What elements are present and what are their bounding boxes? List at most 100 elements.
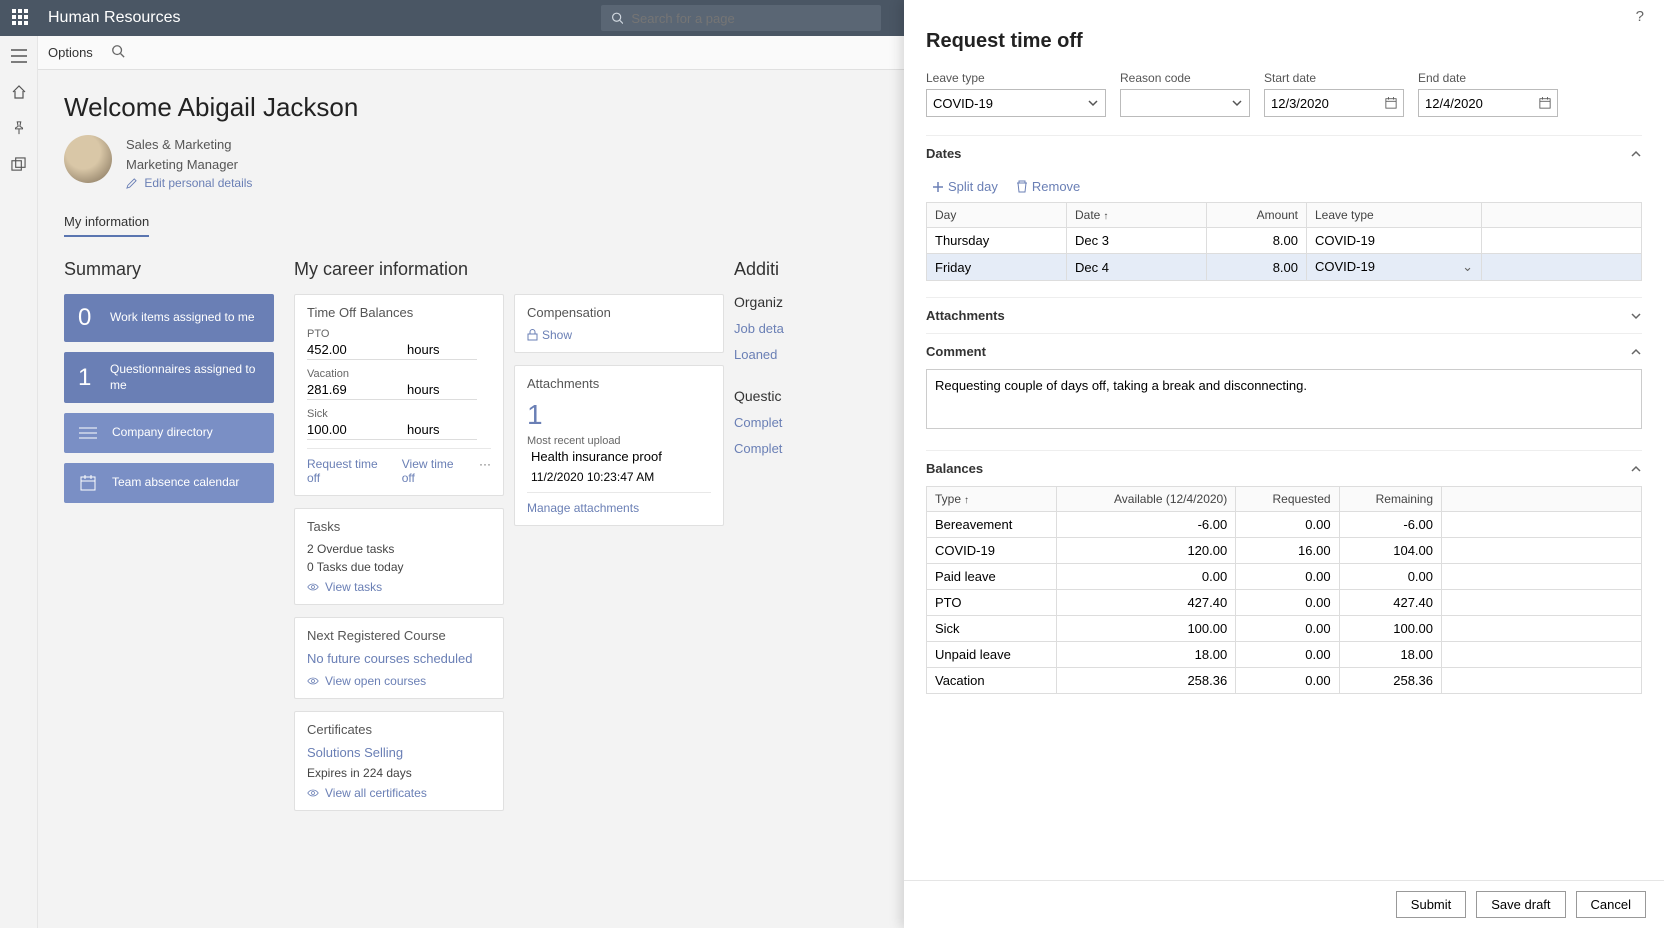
cell-available: 427.40 (1056, 590, 1235, 616)
cell-blank (1442, 538, 1642, 564)
pin-icon[interactable] (9, 118, 29, 138)
attach-filename: Health insurance proof (531, 449, 711, 464)
col-requested[interactable]: Requested (1236, 487, 1339, 512)
cert-name[interactable]: Solutions Selling (307, 745, 491, 760)
table-row[interactable]: ThursdayDec 38.00COVID-19 (927, 228, 1642, 254)
view-certs-link[interactable]: View all certificates (307, 786, 491, 800)
section-comment-header[interactable]: Comment (926, 333, 1642, 369)
panel-footer: Submit Save draft Cancel (904, 880, 1664, 928)
save-draft-button[interactable]: Save draft (1476, 891, 1565, 918)
card-attachments: Attachments 1 Most recent upload Health … (514, 365, 724, 526)
tile-questionnaires-label: Questionnaires assigned to me (110, 362, 260, 393)
cell-blank (1442, 668, 1642, 694)
view-courses-link[interactable]: View open courses (307, 674, 491, 688)
cell-day: Thursday (927, 228, 1067, 254)
chevron-down-icon (1087, 97, 1099, 109)
start-date-input[interactable]: 12/3/2020 (1264, 89, 1404, 117)
request-time-off-link[interactable]: Request time off (307, 457, 388, 485)
show-compensation-button[interactable]: Show (527, 328, 711, 342)
more-icon[interactable]: ··· (479, 457, 491, 485)
cell-leave-type[interactable]: COVID-19 (1307, 228, 1482, 254)
chevron-down-icon[interactable]: ⌄ (1462, 259, 1473, 275)
search-input[interactable] (631, 11, 870, 26)
remove-button[interactable]: Remove (1016, 179, 1080, 194)
table-row: Unpaid leave18.000.0018.00 (927, 642, 1642, 668)
view-time-off-link[interactable]: View time off (402, 457, 465, 485)
tile-questionnaires[interactable]: 1 Questionnaires assigned to me (64, 352, 274, 403)
manage-attachments-link[interactable]: Manage attachments (527, 501, 639, 515)
leave-type-dropdown[interactable]: COVID-19 (926, 89, 1106, 117)
show-comp-label: Show (542, 328, 572, 342)
attach-date: 11/2/2020 10:23:47 AM (531, 470, 711, 484)
card-cert-title: Certificates (307, 722, 491, 737)
profile-dept: Sales & Marketing (126, 135, 252, 155)
tasks-today: 0 Tasks due today (307, 560, 491, 574)
pencil-icon (126, 178, 137, 189)
cancel-button[interactable]: Cancel (1576, 891, 1646, 918)
cell-remaining: 427.40 (1339, 590, 1441, 616)
col-date[interactable]: Date↑ (1067, 203, 1207, 228)
comment-textarea[interactable] (926, 369, 1642, 429)
cell-type: PTO (927, 590, 1057, 616)
cell-blank (1482, 254, 1642, 281)
calendar-icon (1385, 97, 1397, 109)
col-type[interactable]: Type↑ (927, 487, 1057, 512)
chevron-up-icon (1630, 463, 1642, 475)
app-launcher-icon[interactable] (12, 9, 30, 27)
split-day-button[interactable]: Split day (932, 179, 998, 194)
edit-personal-details-link[interactable]: Edit personal details (126, 174, 252, 192)
cell-remaining: 104.00 (1339, 538, 1441, 564)
cell-requested: 0.00 (1236, 590, 1339, 616)
view-tasks-link[interactable]: View tasks (307, 580, 491, 594)
panel-title: Request time off (926, 30, 1642, 53)
card-time-off-balances: Time Off Balances PTO 452.00hours Vacati… (294, 294, 504, 496)
pto-value: 452.00 (307, 342, 377, 357)
help-icon[interactable]: ? (1636, 8, 1644, 25)
col-day[interactable]: Day (927, 203, 1067, 228)
card-course-title: Next Registered Course (307, 628, 491, 643)
leave-type-label: Leave type (926, 71, 1106, 85)
profile-role: Marketing Manager (126, 155, 252, 175)
cell-blank (1442, 642, 1642, 668)
tile-work-items[interactable]: 0 Work items assigned to me (64, 294, 274, 342)
summary-heading: Summary (64, 259, 294, 280)
chevron-down-icon (1630, 310, 1642, 322)
card-tasks: Tasks 2 Overdue tasks 0 Tasks due today … (294, 508, 504, 605)
tile-work-items-count: 0 (78, 304, 96, 332)
home-icon[interactable] (9, 82, 29, 102)
reason-dropdown[interactable] (1120, 89, 1250, 117)
global-search[interactable] (601, 5, 881, 31)
col-leave-type[interactable]: Leave type (1307, 203, 1482, 228)
career-heading: My career information (294, 259, 734, 280)
card-compensation: Compensation Show (514, 294, 724, 353)
attachments-title: Attachments (926, 308, 1005, 323)
col-available[interactable]: Available (12/4/2020) (1056, 487, 1235, 512)
section-dates-header[interactable]: Dates (926, 135, 1642, 171)
col-amount[interactable]: Amount (1207, 203, 1307, 228)
options-button[interactable]: Options (48, 45, 93, 60)
tile-team-absence[interactable]: Team absence calendar (64, 463, 274, 503)
cell-amount: 8.00 (1207, 228, 1307, 254)
module-icon[interactable] (9, 154, 29, 174)
cell-date: Dec 3 (1067, 228, 1207, 254)
cell-date: Dec 4 (1067, 254, 1207, 281)
section-attachments-header[interactable]: Attachments (926, 297, 1642, 333)
start-date-field: Start date 12/3/2020 (1264, 71, 1404, 117)
table-row: COVID-19120.0016.00104.00 (927, 538, 1642, 564)
options-search-icon[interactable] (111, 44, 125, 61)
career-column: My career information Time Off Balances … (294, 259, 734, 823)
tile-company-directory[interactable]: Company directory (64, 413, 274, 453)
tab-my-information[interactable]: My information (64, 208, 149, 237)
search-icon (611, 11, 624, 25)
col-remaining[interactable]: Remaining (1339, 487, 1441, 512)
cell-requested: 16.00 (1236, 538, 1339, 564)
end-date-input[interactable]: 12/4/2020 (1418, 89, 1558, 117)
submit-button[interactable]: Submit (1396, 891, 1466, 918)
cell-leave-type[interactable]: COVID-19⌄ (1307, 254, 1482, 281)
section-balances-header[interactable]: Balances (926, 450, 1642, 486)
chevron-up-icon (1630, 148, 1642, 160)
table-row[interactable]: FridayDec 48.00COVID-19⌄ (927, 254, 1642, 281)
split-day-label: Split day (948, 179, 998, 194)
reason-label: Reason code (1120, 71, 1250, 85)
hamburger-icon[interactable] (9, 46, 29, 66)
